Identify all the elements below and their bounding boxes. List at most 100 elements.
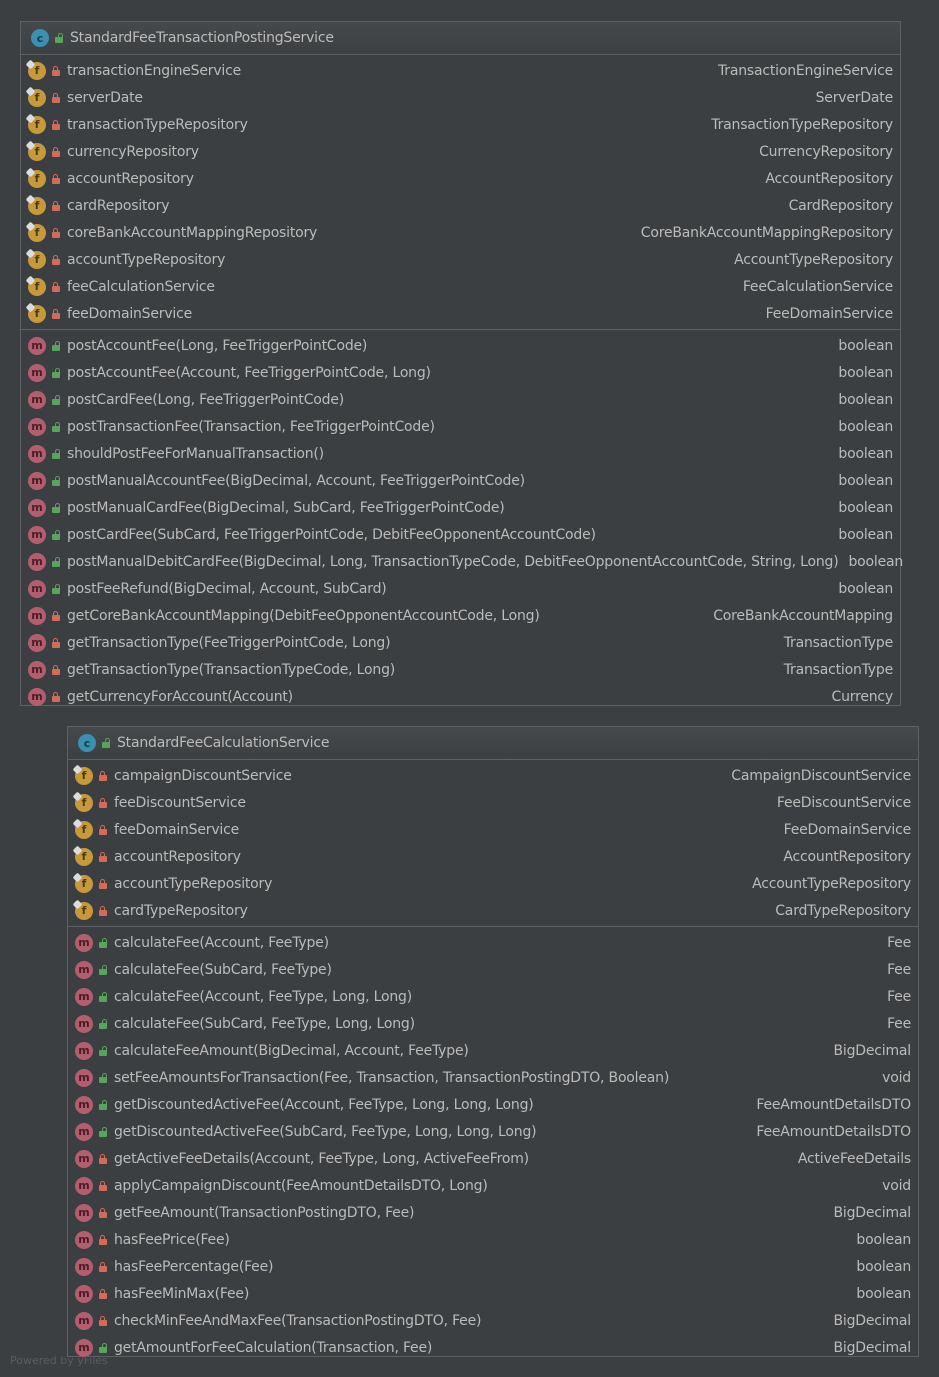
field-row[interactable]: f serverDate ServerDate — [21, 84, 900, 111]
method-row[interactable]: m checkMinFeeAndMaxFee(TransactionPosting… — [68, 1307, 918, 1334]
method-row[interactable]: m postManualCardFee(BigDecimal, SubCard, … — [21, 494, 900, 521]
final-marker-icon — [25, 275, 36, 285]
private-lock-icon — [99, 851, 108, 862]
method-icon: m — [75, 1149, 93, 1168]
method-signature: calculateFee(Account, FeeType, Long, Lon… — [114, 988, 413, 1005]
field-type: CardRepository — [788, 197, 894, 214]
field-row[interactable]: f accountTypeRepository AccountTypeReposit… — [68, 870, 918, 897]
field-row[interactable]: f feeDiscountService FeeDiscountService — [68, 789, 918, 816]
method-row[interactable]: m calculateFeeAmount(BigDecimal, Account,… — [68, 1037, 918, 1064]
class-box-standard-fee-calculation-service[interactable]: c StandardFeeCalculationService f campaig… — [67, 726, 919, 1357]
field-name: accountRepository — [67, 170, 194, 187]
method-row[interactable]: m postAccountFee(Account, FeeTriggerPoint… — [21, 359, 900, 386]
field-row[interactable]: f currencyRepository CurrencyRepository — [21, 138, 900, 165]
method-row[interactable]: m getCurrencyForAccount(Account) Currency — [21, 683, 900, 710]
method-row[interactable]: m hasFeePercentage(Fee) boolean — [68, 1253, 918, 1280]
method-row[interactable]: m getActiveFeeDetails(Account, FeeType, L… — [68, 1145, 918, 1172]
private-lock-icon — [52, 227, 61, 238]
field-row[interactable]: f coreBankAccountMappingRepository CoreBan… — [21, 219, 900, 246]
private-lock-icon — [52, 173, 61, 184]
field-row[interactable]: f transactionEngineService TransactionEngi… — [21, 57, 900, 84]
return-type: boolean — [856, 1285, 911, 1302]
return-type: void — [882, 1069, 911, 1086]
field-icon: f — [25, 194, 46, 215]
class-box-standard-fee-transaction-posting-service[interactable]: c StandardFeeTransactionPostingService f… — [20, 21, 903, 706]
method-row[interactable]: m getDiscountedActiveFee(Account, FeeType… — [68, 1091, 918, 1118]
method-row[interactable]: m getAmountForFeeCalculation(Transaction,… — [68, 1334, 918, 1361]
method-row[interactable]: m postAccountFee(Long, FeeTriggerPointCod… — [21, 332, 900, 359]
field-type: FeeDomainService — [765, 305, 894, 322]
public-lock-icon — [99, 937, 108, 948]
method-row[interactable]: m calculateFee(Account, FeeType, Long, Lo… — [68, 983, 918, 1010]
method-row[interactable]: m postManualDebitCardFee(BigDecimal, Long… — [21, 548, 903, 575]
method-row[interactable]: m getFeeAmount(TransactionPostingDTO, Fee… — [68, 1199, 918, 1226]
method-row[interactable]: m calculateFee(Account, FeeType) Fee — [68, 929, 918, 956]
method-row[interactable]: m hasFeePrice(Fee) boolean — [68, 1226, 918, 1253]
field-row[interactable]: f cardTypeRepository CardTypeRepository — [68, 897, 918, 924]
method-signature: calculateFee(SubCard, FeeType) — [114, 961, 332, 978]
field-type: TransactionEngineService — [717, 62, 893, 79]
method-row[interactable]: m shouldPostFeeForManualTransaction() bool… — [21, 440, 900, 467]
methods-section: m calculateFee(Account, FeeType) Fee m calcu… — [68, 927, 918, 1361]
field-row[interactable]: f feeCalculationService FeeCalculationServ… — [21, 273, 900, 300]
field-row[interactable]: f accountRepository AccountRepository — [68, 843, 918, 870]
method-icon: m — [28, 633, 46, 652]
method-icon: m — [75, 1122, 93, 1141]
field-row[interactable]: f transactionTypeRepository TransactionTyp… — [21, 111, 900, 138]
field-name: campaignDiscountService — [114, 767, 292, 784]
method-signature: getCoreBankAccountMapping(DebitFeeOppone… — [67, 607, 540, 624]
private-lock-icon — [99, 1153, 108, 1164]
return-type: Fee — [887, 988, 911, 1005]
method-row[interactable]: m getTransactionType(TransactionTypeCode,… — [21, 656, 900, 683]
field-row[interactable]: f accountTypeRepository AccountTypeReposit… — [21, 246, 900, 273]
return-type: boolean — [838, 472, 893, 489]
method-signature: postAccountFee(Account, FeeTriggerPointC… — [67, 364, 431, 381]
method-signature: calculateFee(Account, FeeType) — [114, 934, 329, 951]
field-row[interactable]: f feeDomainService FeeDomainService — [21, 300, 900, 327]
method-row[interactable]: m postManualAccountFee(BigDecimal, Accoun… — [21, 467, 900, 494]
return-type: Fee — [887, 961, 911, 978]
field-type: AccountTypeRepository — [752, 875, 911, 892]
final-marker-icon — [25, 113, 36, 123]
return-type: BigDecimal — [833, 1204, 912, 1221]
private-lock-icon — [99, 770, 108, 781]
class-header[interactable]: c StandardFeeCalculationService — [68, 727, 918, 760]
method-row[interactable]: m applyCampaignDiscount(FeeAmountDetailsD… — [68, 1172, 918, 1199]
field-name: currencyRepository — [67, 143, 199, 160]
return-type: boolean — [838, 337, 893, 354]
field-row[interactable]: f feeDomainService FeeDomainService — [68, 816, 918, 843]
method-row[interactable]: m calculateFee(SubCard, FeeType, Long, Lo… — [68, 1010, 918, 1037]
method-icon: m — [28, 390, 46, 409]
return-type: Currency — [831, 688, 894, 705]
field-row[interactable]: f campaignDiscountService CampaignDiscount… — [68, 762, 918, 789]
field-row[interactable]: f cardRepository CardRepository — [21, 192, 900, 219]
field-icon: f — [25, 275, 46, 296]
method-row[interactable]: m postFeeRefund(BigDecimal, Account, SubC… — [21, 575, 900, 602]
final-marker-icon — [25, 59, 36, 69]
public-lock-icon — [99, 991, 108, 1002]
method-row[interactable]: m postTransactionFee(Transaction, FeeTrig… — [21, 413, 900, 440]
method-row[interactable]: m getTransactionType(FeeTriggerPointCode,… — [21, 629, 900, 656]
method-row[interactable]: m getDiscountedActiveFee(SubCard, FeeType… — [68, 1118, 918, 1145]
method-signature: calculateFee(SubCard, FeeType, Long, Lon… — [114, 1015, 415, 1032]
method-row[interactable]: m calculateFee(SubCard, FeeType) Fee — [68, 956, 918, 983]
method-row[interactable]: m getCoreBankAccountMapping(DebitFeeOppon… — [21, 602, 900, 629]
method-icon: m — [28, 417, 46, 436]
method-row[interactable]: m setFeeAmountsForTransaction(Fee, Transa… — [68, 1064, 918, 1091]
method-icon: m — [28, 687, 46, 706]
private-lock-icon — [99, 824, 108, 835]
public-lock-icon — [102, 738, 111, 748]
method-signature: postCardFee(Long, FeeTriggerPointCode) — [67, 391, 345, 408]
method-row[interactable]: m postCardFee(Long, FeeTriggerPointCode) b… — [21, 386, 900, 413]
field-name: serverDate — [67, 89, 143, 106]
field-icon: f — [25, 59, 46, 80]
method-icon: m — [75, 1068, 93, 1087]
private-lock-icon — [99, 1234, 108, 1245]
return-type: boolean — [838, 526, 893, 543]
field-row[interactable]: f accountRepository AccountRepository — [21, 165, 900, 192]
field-name: feeDomainService — [114, 821, 240, 838]
return-type: void — [882, 1177, 911, 1194]
method-row[interactable]: m postCardFee(SubCard, FeeTriggerPointCod… — [21, 521, 900, 548]
class-header[interactable]: c StandardFeeTransactionPostingService — [21, 22, 900, 55]
method-row[interactable]: m hasFeeMinMax(Fee) boolean — [68, 1280, 918, 1307]
